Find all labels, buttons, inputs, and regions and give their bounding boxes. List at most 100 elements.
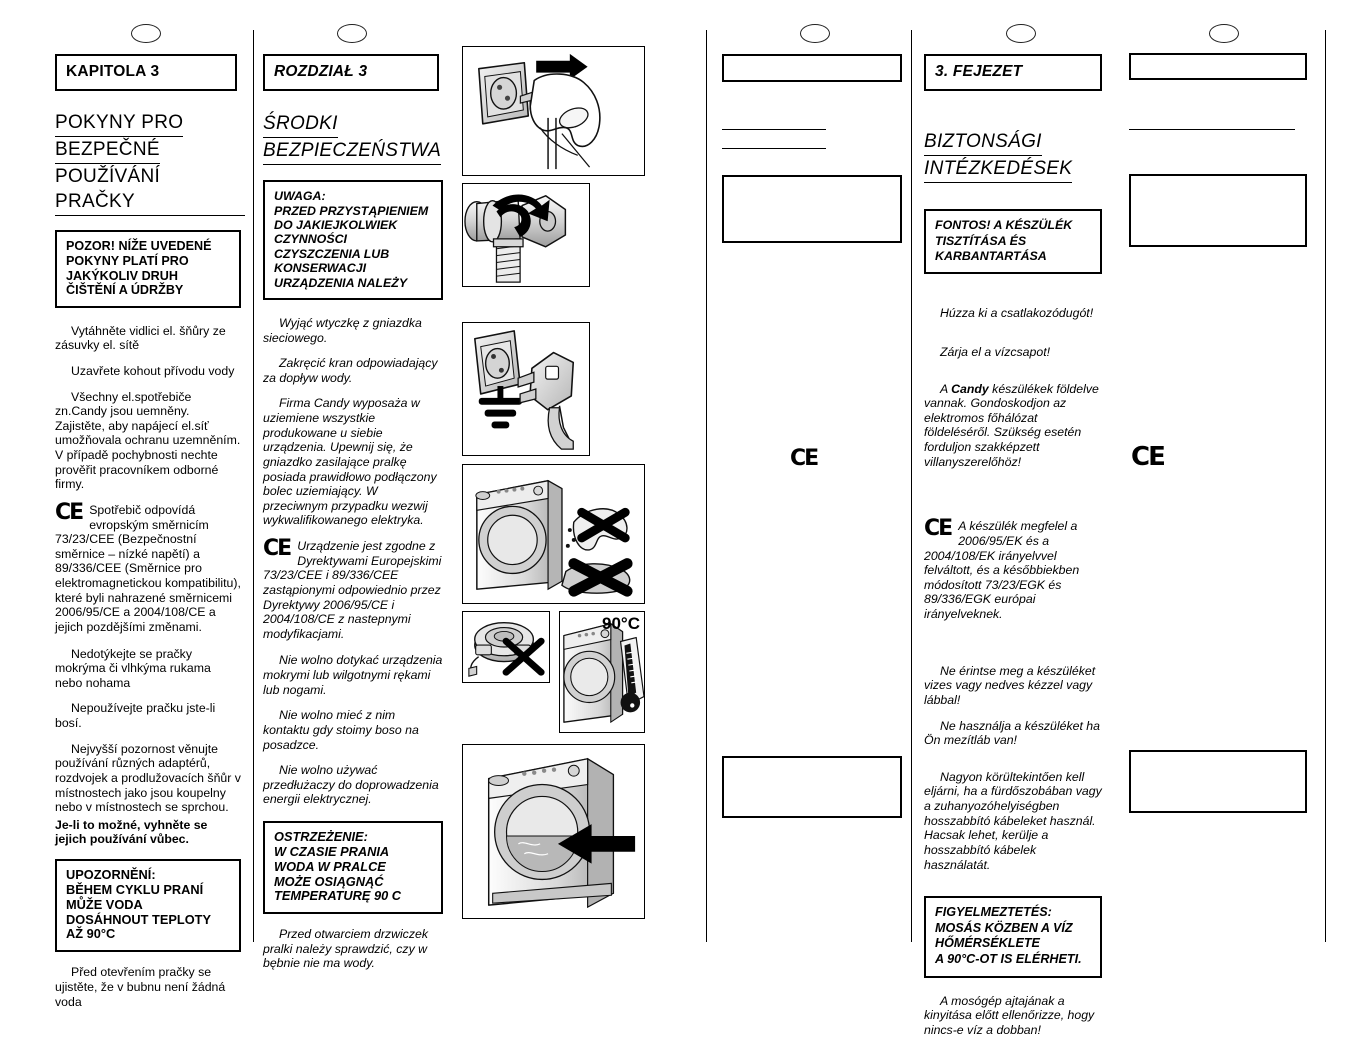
column-czech: KAPITOLA 3 POKYNY PRO BEZPEČNÉ POUŽÍVÁNÍ…: [55, 0, 245, 1020]
pl-notice-line: DO JAKIEJKOLWIEK: [274, 217, 398, 232]
hu-chapter-label: 3. FEJEZET: [935, 63, 1023, 80]
hu-notice-line: KARBANTARTÁSA: [935, 248, 1047, 263]
cz-ce-text: Spotřebič odpovídá evropským směrnicím 7…: [55, 502, 241, 634]
temperature-label: 90°C: [602, 614, 640, 633]
close-tap-svg: [464, 194, 567, 283]
no-wet-hands-feet-illustration: [462, 464, 645, 604]
check-drum-empty-illustration: [462, 744, 645, 919]
blank-a-warning-box: [722, 755, 902, 818]
cz-paragraph: Nepoužívejte pračku jste-li bosí.: [55, 701, 216, 731]
earth-socket-svg: [474, 330, 575, 450]
hu-notice-box: FONTOS! A KÉSZÜLÉK TISZTÍTÁSA ÉS KARBANT…: [924, 209, 1102, 275]
ce-mark-icon: CE: [263, 536, 292, 562]
pl-chapter-label: ROZDZIAŁ 3: [274, 63, 368, 80]
hu-title-line: INTÉZKEDÉSEK: [924, 156, 1073, 184]
hu-warning-line: HŐMÉRSÉKLETE: [935, 936, 1040, 951]
cz-paragraph: Nedotýkejte se pračky mokrýma či vlhkýma…: [55, 646, 211, 690]
cz-notice-line: ČIŠTĚNÍ A ÚDRŽBY: [66, 283, 184, 298]
hu-candy-brand: Candy: [951, 381, 989, 396]
hu-notice-line: TISZTÍTÁSA ÉS: [935, 233, 1027, 248]
column-polish: ROZDZIAŁ 3 ŚRODKI BEZPIECZEŃSTWA UWAGA: …: [263, 0, 443, 982]
pl-paragraph: Firma Candy wyposaża w uziemiene wszystk…: [263, 396, 437, 528]
cz-warning-line: UPOZORNĚNÍ:: [66, 867, 156, 883]
cz-section-title: POKYNY PRO BEZPEČNÉ POUŽÍVÁNÍ PRAČKY: [55, 110, 245, 217]
hu-paragraph: Ne érintse meg a készüléket vizes vagy n…: [924, 663, 1096, 707]
cz-adapter-bold: Je-li to možné, vyhněte se jejich použív…: [55, 818, 241, 847]
cz-ce-paragraph: CE Spotřebič odpovídá evropským směrnicím…: [55, 499, 241, 635]
ce-mark-icon: CE: [55, 499, 84, 525]
blank-b-notice-box: [1129, 174, 1307, 247]
blank-a-title-rule: [722, 148, 826, 149]
cz-warning-line: BĚHEM CYKLU PRANÍ: [66, 881, 204, 897]
pl-warning-line: WODA W PRALCE: [274, 858, 386, 874]
no-extension-svg: [468, 622, 545, 677]
unplug-socket-svg: [478, 53, 601, 170]
pl-notice-line: KONSERWACJI: [274, 261, 367, 276]
cz-adapter-paragraph: Nejvyšší pozornost věnujte používání růz…: [55, 742, 241, 815]
ce-mark-icon: CE: [924, 516, 953, 542]
cz-last-paragraph: Před otevřením pračky se ujistěte, že v …: [55, 965, 226, 1009]
hu-warning-line: FIGYELMEZTETÉS:: [935, 905, 1052, 920]
pl-paragraph: Zakręcić kran odpowiadający za dopływ wo…: [263, 356, 438, 385]
cz-title-line: BEZPEČNÉ: [55, 137, 160, 165]
cz-notice-line: POZOR! NÍŽE UVEDENÉ: [66, 239, 212, 254]
hu-ce-paragraph: CE A készülék megfelel a 2006/95/EK és a …: [924, 516, 1104, 621]
hu-paragraph: Nagyon körültekintően kell eljárni, ha a…: [924, 769, 1102, 872]
hu-last-paragraph: A mosógép ajtajának a kinyitása előtt el…: [924, 993, 1095, 1037]
hu-paragraph: Ne használja a készüléket ha Ön mezítláb…: [924, 718, 1100, 748]
water-temperature-illustration: 90°C: [559, 611, 645, 733]
pl-paragraph: Nie wolno używać przedłużaczy do doprowa…: [263, 763, 439, 807]
hu-chapter-box: 3. FEJEZET: [924, 54, 1102, 91]
earthed-socket-plug-illustration: [462, 322, 590, 456]
hu-warning-line: MOSÁS KÖZBEN A VÍZ: [935, 920, 1073, 935]
hu-section-title: BIZTONSÁGI INTÉZKEDÉSEK: [924, 129, 1104, 184]
page-fold-3: [911, 30, 912, 942]
pl-section-title: ŚRODKI BEZPIECZEŃSTWA: [263, 111, 443, 166]
pl-warning-line: TEMPERATURĘ 90 C: [274, 888, 402, 904]
page-fold-2: [706, 30, 707, 942]
pl-notice-line: URZĄDZENIA NALEŻY: [274, 275, 408, 290]
cz-paragraph: Všechny el.spotřebiče zn.Candy jsou uemn…: [55, 389, 241, 492]
page-fold-1: [253, 30, 254, 942]
cz-title-line: POKYNY PRO: [55, 110, 184, 138]
pl-notice-line: PRZED PRZYSTĄPIENIEM: [274, 203, 429, 218]
cz-paragraph: Uzavřete kohout přívodu vody: [71, 363, 235, 378]
cz-chapter-label: KAPITOLA 3: [66, 63, 160, 80]
cz-warning-box: UPOZORNĚNÍ: BĚHEM CYKLU PRANÍ MŮŽE VODA …: [55, 859, 241, 953]
cz-adapter-bold-text: Je-li to možné, vyhněte se jejich použív…: [55, 817, 208, 847]
no-extension-cord-illustration: [462, 611, 550, 683]
cz-notice-line: POKYNY PLATÍ PRO: [66, 253, 189, 268]
page-fold-4: [1325, 30, 1326, 942]
drum-empty-svg: [487, 757, 636, 909]
column-blank-a: CE: [722, 0, 902, 818]
pl-notice-line: CZYNNOŚCI: [274, 232, 347, 247]
pl-warning-line: OSTRZEŻENIE:: [274, 829, 368, 845]
blank-a-notice-box: [722, 175, 902, 243]
unplug-socket-illustration: [462, 46, 645, 176]
blank-b-chapter-box: [1129, 53, 1307, 80]
cz-chapter-box: KAPITOLA 3: [55, 54, 237, 91]
pl-title-line: BEZPIECZEŃSTWA: [263, 138, 442, 166]
pl-warning-box: OSTRZEŻENIE: W CZASIE PRANIA WODA W PRAL…: [263, 821, 443, 915]
close-water-tap-illustration: [462, 183, 590, 287]
pl-paragraph: Nie wolno mieć z nim kontaktu gdy stoimy…: [263, 708, 419, 752]
column-blank-b: CE: [1129, 0, 1307, 813]
ce-mark-icon: CE: [790, 446, 819, 471]
cz-title-line: POUŽÍVÁNÍ PRAČKY: [55, 164, 245, 217]
cz-warning-line: AŽ 90°C: [66, 926, 116, 942]
manual-page-spread: KAPITOLA 3 POKYNY PRO BEZPEČNÉ POUŽÍVÁNÍ…: [0, 0, 1351, 1037]
pl-notice-line: CZYSZCZENIA LUB: [274, 246, 390, 261]
pl-ce-paragraph: CE Urządzenie jest zgodne z Dyrektywami E…: [263, 536, 443, 641]
pl-last-paragraph: Przed otwarciem drzwiczek pralki należy …: [263, 927, 428, 971]
blank-a-chapter-box: [722, 54, 902, 82]
hu-warning-line: A 90°C-OT IS ELÉRHETI.: [935, 951, 1082, 966]
hu-warning-box: FIGYELMEZTETÉS: MOSÁS KÖZBEN A VÍZ HŐMÉR…: [924, 896, 1102, 978]
pl-paragraph: Wyjąć wtyczkę z gniazdka sieciowego.: [263, 315, 422, 345]
pl-title-line: ŚRODKI: [263, 111, 338, 139]
hu-candy-pre: A: [940, 381, 952, 396]
pl-paragraph: Nie wolno dotykać urządzenia mokrymi lub…: [263, 653, 443, 697]
hu-paragraph: Húzza ki a csatlakozódugót!: [940, 306, 1094, 321]
cz-adapter-text: Nejvyšší pozornost věnujte používání růz…: [55, 741, 241, 815]
hu-title-line: BIZTONSÁGI: [924, 129, 1042, 157]
pl-warning-line: MOŻE OSIĄGNĄĆ: [274, 873, 384, 889]
